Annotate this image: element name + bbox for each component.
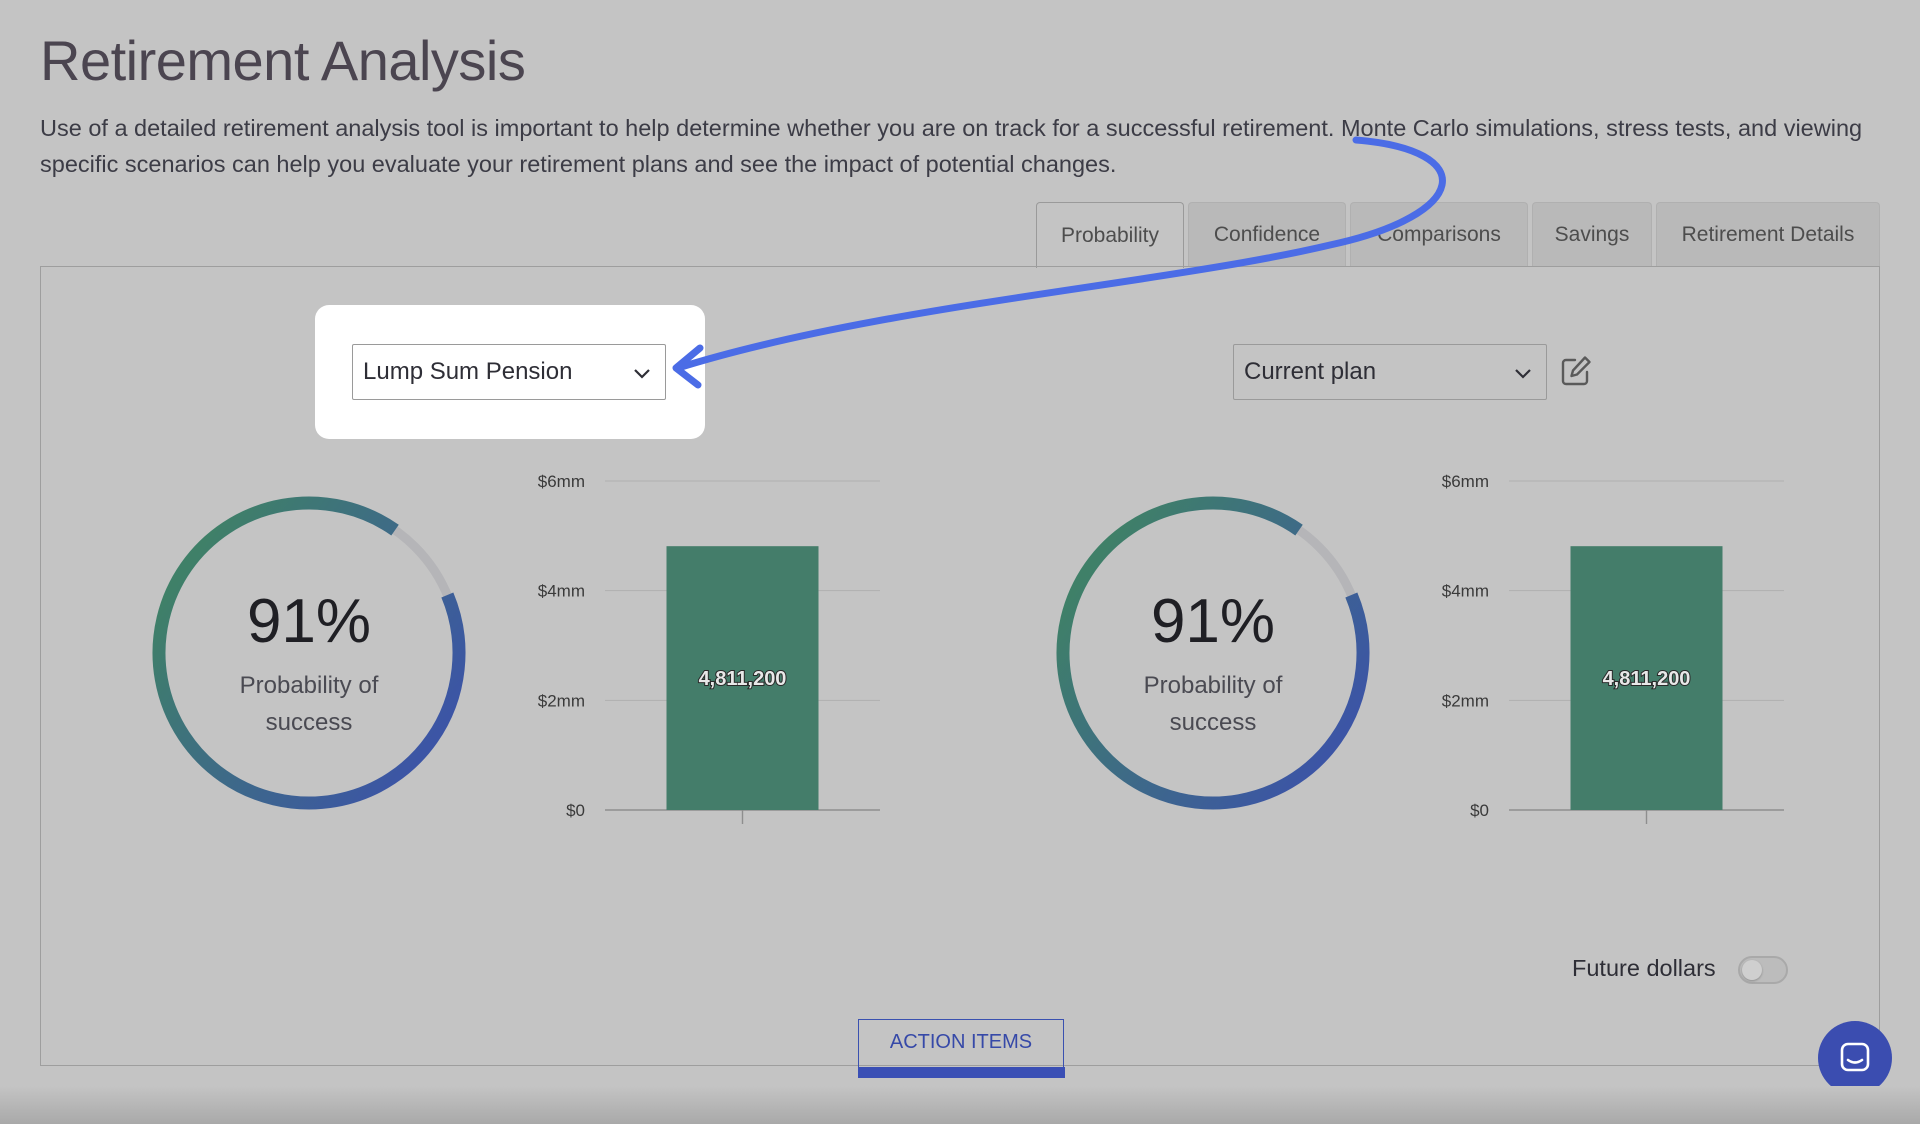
y-tick-label: $4mm	[538, 582, 585, 601]
bar-chart-left: $0 $2mm $4mm $6mm 4,811,200	[538, 472, 880, 824]
y-tick-label: $2mm	[1442, 691, 1489, 710]
gauge-left-value: 91%	[246, 587, 372, 656]
bottom-shadow	[0, 1086, 1920, 1124]
y-tick-label: $4mm	[1442, 582, 1489, 601]
action-items-button[interactable]: ACTION ITEMS	[857, 1019, 1065, 1078]
chat-launcher-button[interactable]	[1818, 1021, 1892, 1095]
edit-icon[interactable]	[1558, 353, 1594, 389]
bar-data-label: 4,811,200	[1603, 668, 1691, 690]
chevron-down-icon	[1515, 369, 1531, 379]
tab-savings[interactable]: Savings	[1532, 202, 1652, 266]
tab-comparisons[interactable]: Comparisons	[1350, 202, 1528, 266]
bar-data-label: 4,811,200	[699, 668, 787, 690]
y-tick-label: $2mm	[538, 691, 585, 710]
scenario-select-left-value: Lump Sum Pension	[363, 358, 573, 385]
scenario-select-right-value: Current plan	[1244, 358, 1377, 385]
future-dollars-label: Future dollars	[1572, 955, 1716, 981]
y-tick-label: $0	[566, 801, 585, 820]
gauge-left-label-2: success	[265, 709, 353, 736]
action-items-label: ACTION ITEMS	[889, 1030, 1033, 1053]
y-tick-label: $0	[1470, 801, 1489, 820]
future-dollars-toggle[interactable]	[1738, 956, 1788, 984]
bar-chart-right: $0 $2mm $4mm $6mm 4,811,200	[1442, 472, 1784, 824]
page: Retirement Analysis Use of a detailed re…	[0, 0, 1920, 1124]
scenario-select-right[interactable]: Current plan	[1233, 344, 1547, 400]
gauge-right-value: 91%	[1150, 587, 1276, 656]
gauge-left-label-1: Probability of	[239, 672, 379, 699]
page-description: Use of a detailed retirement analysis to…	[40, 115, 1863, 177]
tab-confidence[interactable]: Confidence	[1188, 202, 1346, 266]
gauge-right-label-2: success	[1169, 709, 1257, 736]
y-tick-label: $6mm	[538, 472, 585, 491]
chevron-down-icon	[634, 369, 650, 379]
scenario-select-left[interactable]: Lump Sum Pension	[352, 344, 666, 400]
toggle-knob	[1742, 960, 1762, 980]
tab-retirement-details[interactable]: Retirement Details	[1656, 202, 1880, 266]
page-title: Retirement Analysis	[40, 29, 526, 92]
chat-icon	[1840, 1042, 1870, 1072]
tab-probability[interactable]: Probability	[1036, 202, 1184, 268]
y-tick-label: $6mm	[1442, 472, 1489, 491]
gauge-right-label-1: Probability of	[1143, 672, 1283, 699]
action-items-underline	[857, 1066, 1065, 1078]
